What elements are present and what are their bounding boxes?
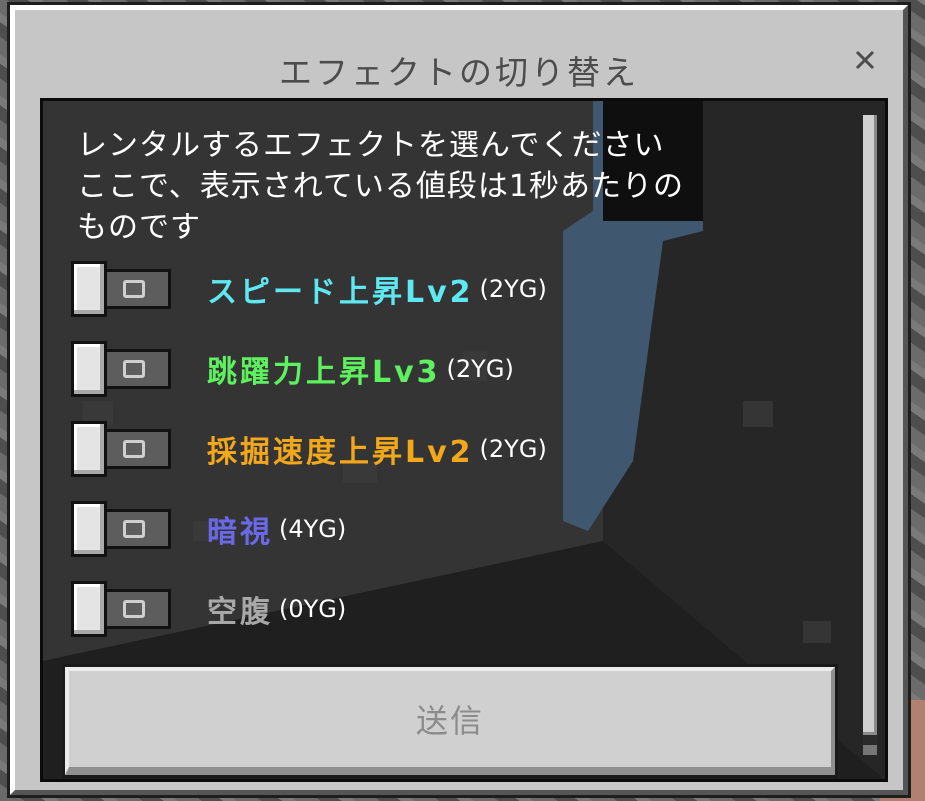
- toggle-knob[interactable]: [71, 421, 107, 477]
- submit-button[interactable]: 送信: [62, 664, 838, 778]
- effect-row-speed: スピード上昇Lv2 (2YG): [71, 261, 831, 317]
- effect-price: (0YG): [279, 595, 347, 623]
- close-icon: [855, 50, 875, 70]
- scrollbar[interactable]: [863, 115, 877, 755]
- toggle-knob[interactable]: [71, 501, 107, 557]
- toggle-knob[interactable]: [71, 581, 107, 637]
- toggle-speed[interactable]: [71, 261, 171, 317]
- description: レンタルするエフェクトを選んでください ここで、表示されている値段は1秒あたりの…: [77, 125, 837, 248]
- effect-name: 跳躍力上昇Lv3: [207, 355, 441, 390]
- toggle-jump[interactable]: [71, 341, 171, 397]
- dialog-content: レンタルするエフェクトを選んでください ここで、表示されている値段は1秒あたりの…: [40, 98, 888, 782]
- toggle-knob[interactable]: [71, 341, 107, 397]
- effect-price: (4YG): [279, 515, 347, 543]
- toggle-off-indicator: [123, 360, 145, 378]
- effect-toggle-dialog: エフェクトの切り替え レンタルするエフェクトを選んでください ここで、表示されて…: [7, 2, 911, 798]
- effect-price: (2YG): [479, 275, 547, 303]
- dialog-title: エフェクトの切り替え: [279, 53, 639, 92]
- toggle-haste[interactable]: [71, 421, 171, 477]
- description-line: ものです: [77, 210, 201, 245]
- effect-name: 暗視: [207, 515, 273, 550]
- description-line: レンタルするエフェクトを選んでください: [77, 128, 665, 163]
- effect-row-night-vision: 暗視 (4YG): [71, 501, 831, 557]
- effect-price: (2YG): [479, 435, 547, 463]
- effect-row-hunger: 空腹 (0YG): [71, 581, 831, 637]
- effect-price: (2YG): [446, 355, 514, 383]
- toggle-hunger[interactable]: [71, 581, 171, 637]
- toggle-knob[interactable]: [71, 261, 107, 317]
- effect-name: 空腹: [207, 595, 273, 630]
- toggle-off-indicator: [123, 280, 145, 298]
- effect-row-jump: 跳躍力上昇Lv3 (2YG): [71, 341, 831, 397]
- toggle-off-indicator: [123, 440, 145, 458]
- description-line: ここで、表示されている値段は1秒あたりの: [77, 169, 684, 204]
- scrollbar-thumb[interactable]: [863, 115, 877, 735]
- close-button[interactable]: [851, 46, 879, 74]
- toggle-off-indicator: [123, 520, 145, 538]
- effect-name: 採掘速度上昇Lv2: [207, 435, 474, 470]
- toggle-night-vision[interactable]: [71, 501, 171, 557]
- effect-name: スピード上昇Lv2: [207, 275, 474, 310]
- toggle-off-indicator: [123, 600, 145, 618]
- scrollbar-end: [863, 745, 877, 755]
- effect-row-haste: 採掘速度上昇Lv2 (2YG): [71, 421, 831, 477]
